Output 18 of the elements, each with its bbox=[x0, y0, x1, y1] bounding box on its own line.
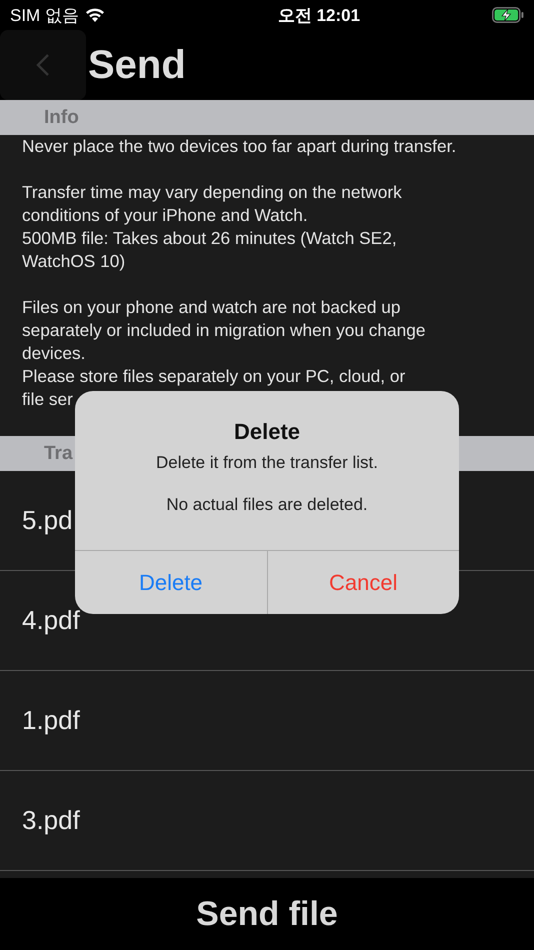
wifi-icon bbox=[84, 7, 106, 23]
file-row[interactable]: 1.pdf bbox=[0, 671, 534, 771]
clock-text: 오전 12:01 bbox=[278, 4, 360, 26]
section-title: Tra bbox=[44, 442, 73, 464]
dialog-title: Delete bbox=[234, 419, 300, 445]
dialog-message: Delete it from the transfer list. bbox=[156, 453, 378, 473]
battery-charging-icon bbox=[492, 7, 524, 23]
back-button[interactable] bbox=[0, 30, 86, 100]
send-file-button[interactable]: Send file bbox=[190, 894, 344, 934]
chevron-left-icon bbox=[36, 53, 50, 77]
screen-title: Send bbox=[88, 42, 186, 88]
info-paragraph: Files on your phone and watch are not backed up separately or included in migration when you change devices. Please store files separately on your PC, cloud, or file ser bbox=[22, 296, 426, 411]
section-title: Info bbox=[44, 106, 79, 128]
carrier-text: SIM 없음 bbox=[10, 4, 79, 26]
info-paragraph: Transfer time may vary depending on the network conditions of your iPhone and Watch. 500MB file: Takes about 26 minutes (Watch SE2, WatchOS 10) bbox=[22, 181, 403, 273]
info-paragraph: Never place the two devices too far apart during transfer. bbox=[22, 135, 458, 158]
file-row[interactable]: 3.pdf bbox=[0, 771, 534, 871]
dialog-message: No actual files are deleted. bbox=[166, 495, 368, 515]
